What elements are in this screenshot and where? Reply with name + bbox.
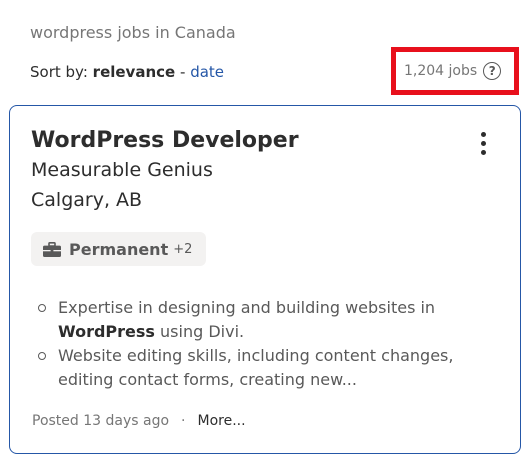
snippet-item: Website editing skills, including conten… xyxy=(38,344,508,392)
job-snippet: Expertise in designing and building webs… xyxy=(38,296,508,392)
job-card-footer: Posted 13 days ago · More... xyxy=(32,413,246,429)
briefcase-icon xyxy=(43,241,61,257)
footer-separator: · xyxy=(181,413,186,429)
snippet-text: Website editing skills, including conten… xyxy=(58,346,454,389)
sort-option-relevance[interactable]: relevance xyxy=(93,63,176,81)
job-search-results: wordpress jobs in Canada Sort by: releva… xyxy=(0,0,532,465)
company-name: Measurable Genius xyxy=(31,159,213,181)
posted-date: Posted 13 days ago xyxy=(32,413,170,429)
job-count-text: 1,204 jobs xyxy=(404,63,478,79)
sort-separator: - xyxy=(179,63,186,81)
sort-controls: Sort by: relevance - date xyxy=(30,63,224,81)
more-options-menu-icon[interactable] xyxy=(470,128,496,158)
help-icon[interactable]: ? xyxy=(483,62,502,80)
snippet-item: Expertise in designing and building webs… xyxy=(38,296,508,344)
job-card[interactable]: WordPress Developer Measurable Genius Ca… xyxy=(9,105,521,454)
bullet-circle-icon xyxy=(38,304,46,312)
menu-dot xyxy=(480,149,486,155)
snippet-text: using Divi. xyxy=(154,322,245,341)
job-count: 1,204 jobs ? xyxy=(404,62,502,80)
more-link[interactable]: More... xyxy=(198,413,246,429)
snippet-text: Expertise in designing and building webs… xyxy=(58,298,436,317)
bullet-circle-icon xyxy=(38,352,46,360)
menu-dot xyxy=(480,131,486,137)
job-type-extra-count: +2 xyxy=(173,241,193,257)
job-type-tag: Permanent +2 xyxy=(31,232,207,266)
sort-label: Sort by: xyxy=(30,63,88,81)
job-location: Calgary, AB xyxy=(31,189,143,211)
job-type-label: Permanent xyxy=(69,239,169,259)
sort-option-date[interactable]: date xyxy=(190,63,224,81)
job-title[interactable]: WordPress Developer xyxy=(31,128,299,153)
menu-dot xyxy=(480,140,486,146)
search-query-title: wordpress jobs in Canada xyxy=(30,23,236,42)
snippet-highlight: WordPress xyxy=(58,322,155,341)
